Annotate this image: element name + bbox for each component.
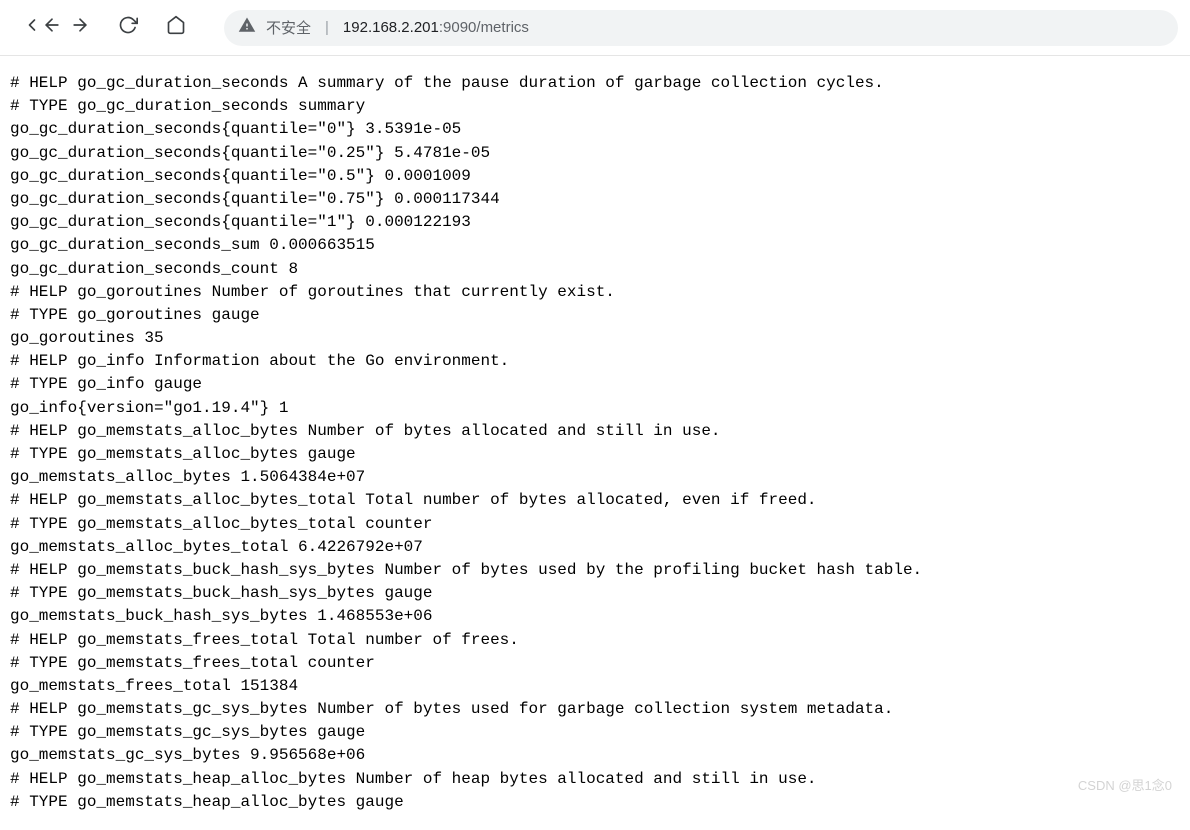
address-bar[interactable]: 不安全 | 192.168.2.201:9090/metrics xyxy=(224,10,1178,46)
security-label: 不安全 xyxy=(266,17,311,38)
home-icon xyxy=(166,15,186,40)
browser-toolbar: 不安全 | 192.168.2.201:9090/metrics xyxy=(0,0,1190,56)
watermark: CSDN @思1念0 xyxy=(1078,775,1172,794)
metrics-output: # HELP go_gc_duration_seconds A summary … xyxy=(0,56,1190,830)
arrow-right-icon xyxy=(70,15,90,40)
home-button[interactable] xyxy=(156,8,196,48)
arrow-left-icon xyxy=(22,15,42,40)
reload-icon xyxy=(118,15,138,40)
url-text: 192.168.2.201:9090/metrics xyxy=(343,19,529,36)
address-divider: | xyxy=(325,19,329,36)
back-button[interactable] xyxy=(12,8,52,48)
url-path: :9090/metrics xyxy=(439,19,529,36)
forward-button[interactable] xyxy=(60,8,100,48)
reload-button[interactable] xyxy=(108,8,148,48)
warning-icon xyxy=(238,16,256,39)
url-host: 192.168.2.201 xyxy=(343,19,439,36)
